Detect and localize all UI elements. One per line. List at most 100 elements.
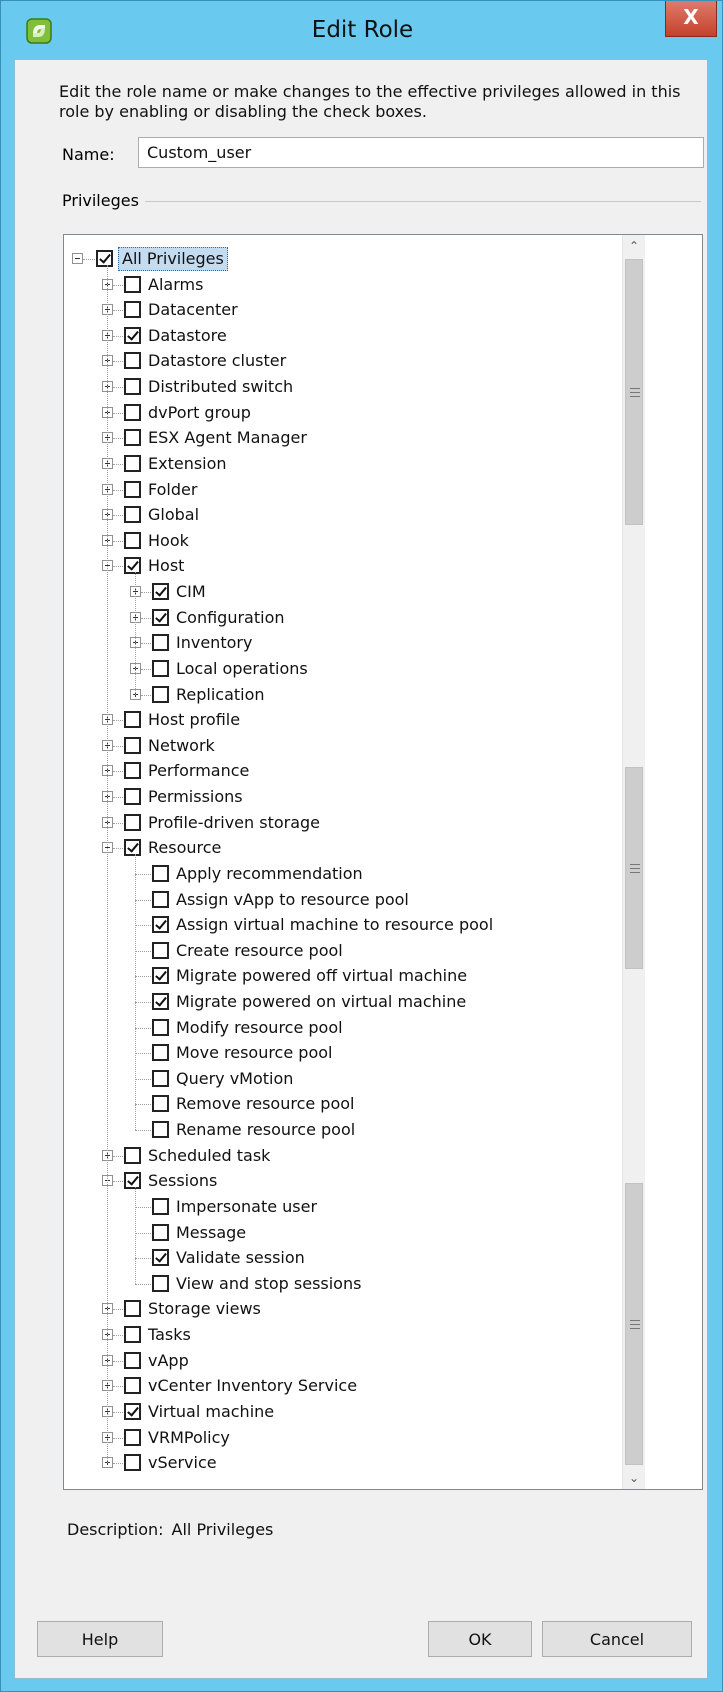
privilege-label[interactable]: Inventory — [174, 633, 254, 653]
privilege-label[interactable]: Folder — [146, 480, 199, 500]
tree-scrollbar[interactable]: ⌃ ⌄ — [622, 235, 645, 1489]
tree-item[interactable]: Resource — [64, 836, 654, 860]
tree-item[interactable]: Datastore cluster — [64, 349, 654, 373]
tree-item[interactable]: Virtual machine — [64, 1400, 654, 1424]
tree-item[interactable]: Move resource pool — [64, 1041, 654, 1065]
close-button[interactable]: X — [665, 1, 717, 37]
privilege-checkbox[interactable] — [152, 1275, 169, 1292]
privilege-checkbox[interactable] — [152, 1044, 169, 1061]
privilege-checkbox[interactable] — [152, 1249, 169, 1266]
tree-item[interactable]: Configuration — [64, 606, 654, 630]
tree-item[interactable]: Validate session — [64, 1246, 654, 1270]
tree-item[interactable]: Local operations — [64, 657, 654, 681]
privilege-checkbox[interactable] — [152, 1121, 169, 1138]
privilege-label[interactable]: Move resource pool — [174, 1043, 334, 1063]
privileges-tree[interactable]: All Privileges Alarms Datacenter Datastore D… — [63, 234, 703, 1490]
privilege-label[interactable]: Rename resource pool — [174, 1120, 357, 1140]
privilege-checkbox[interactable] — [124, 429, 141, 446]
privilege-checkbox[interactable] — [124, 481, 141, 498]
privilege-checkbox[interactable] — [124, 455, 141, 472]
privilege-label[interactable]: Apply recommendation — [174, 864, 365, 884]
privilege-label[interactable]: Global — [146, 505, 201, 525]
privilege-label[interactable]: Create resource pool — [174, 941, 345, 961]
privilege-checkbox[interactable] — [152, 583, 169, 600]
privilege-label[interactable]: vService — [146, 1453, 219, 1473]
scrollbar-thumb[interactable] — [625, 767, 643, 969]
privilege-label[interactable]: Assign vApp to resource pool — [174, 890, 411, 910]
privilege-label[interactable]: Host — [146, 556, 186, 576]
privilege-checkbox[interactable] — [124, 737, 141, 754]
tree-item[interactable]: Migrate powered on virtual machine — [64, 990, 654, 1014]
privilege-label[interactable]: Alarms — [146, 275, 205, 295]
privilege-label[interactable]: Profile-driven storage — [146, 813, 322, 833]
privilege-checkbox[interactable] — [124, 506, 141, 523]
tree-item[interactable]: Performance — [64, 759, 654, 783]
tree-item[interactable]: Folder — [64, 478, 654, 502]
tree-item[interactable]: Remove resource pool — [64, 1092, 654, 1116]
privilege-checkbox[interactable] — [152, 1019, 169, 1036]
privilege-checkbox[interactable] — [152, 1070, 169, 1087]
tree-item[interactable]: Assign vApp to resource pool — [64, 888, 654, 912]
privilege-label[interactable]: Message — [174, 1223, 248, 1243]
tree-item[interactable]: Host profile — [64, 708, 654, 732]
tree-item[interactable]: VRMPolicy — [64, 1426, 654, 1450]
privilege-checkbox[interactable] — [124, 327, 141, 344]
privilege-label[interactable]: Sessions — [146, 1171, 219, 1191]
privilege-label[interactable]: All Privileges — [118, 247, 228, 271]
privilege-label[interactable]: ESX Agent Manager — [146, 428, 309, 448]
title-bar[interactable]: Edit Role X — [1, 1, 722, 59]
tree-item[interactable]: Distributed switch — [64, 375, 654, 399]
privilege-checkbox[interactable] — [96, 250, 113, 267]
privilege-checkbox[interactable] — [124, 1326, 141, 1343]
privilege-checkbox[interactable] — [124, 557, 141, 574]
privilege-label[interactable]: Storage views — [146, 1299, 263, 1319]
tree-item[interactable]: Hook — [64, 529, 654, 553]
privilege-label[interactable]: Performance — [146, 761, 251, 781]
cancel-button[interactable]: Cancel — [542, 1621, 692, 1657]
privilege-label[interactable]: Migrate powered off virtual machine — [174, 966, 469, 986]
privilege-checkbox[interactable] — [124, 1352, 141, 1369]
tree-item[interactable]: vApp — [64, 1349, 654, 1373]
privilege-checkbox[interactable] — [152, 967, 169, 984]
tree-item[interactable]: Migrate powered off virtual machine — [64, 964, 654, 988]
tree-item[interactable]: Apply recommendation — [64, 862, 654, 886]
privilege-label[interactable]: Query vMotion — [174, 1069, 295, 1089]
tree-item[interactable]: View and stop sessions — [64, 1272, 654, 1296]
privilege-checkbox[interactable] — [124, 839, 141, 856]
tree-item[interactable]: vService — [64, 1451, 654, 1475]
privilege-label[interactable]: Virtual machine — [146, 1402, 276, 1422]
privilege-checkbox[interactable] — [124, 1377, 141, 1394]
privilege-checkbox[interactable] — [124, 814, 141, 831]
tree-item[interactable]: Query vMotion — [64, 1067, 654, 1091]
privilege-checkbox[interactable] — [152, 1095, 169, 1112]
tree-item[interactable]: Global — [64, 503, 654, 527]
tree-item[interactable]: Impersonate user — [64, 1195, 654, 1219]
tree-item[interactable]: Extension — [64, 452, 654, 476]
privilege-checkbox[interactable] — [124, 1429, 141, 1446]
privilege-label[interactable]: Local operations — [174, 659, 310, 679]
tree-item[interactable]: Assign virtual machine to resource pool — [64, 913, 654, 937]
privilege-label[interactable]: Host profile — [146, 710, 242, 730]
privilege-checkbox[interactable] — [124, 1454, 141, 1471]
tree-item[interactable]: Message — [64, 1221, 654, 1245]
privilege-label[interactable]: vCenter Inventory Service — [146, 1376, 359, 1396]
tree-item[interactable]: Permissions — [64, 785, 654, 809]
privilege-checkbox[interactable] — [152, 686, 169, 703]
privilege-label[interactable]: Datacenter — [146, 300, 240, 320]
privilege-label[interactable]: Migrate powered on virtual machine — [174, 992, 468, 1012]
privilege-label[interactable]: Validate session — [174, 1248, 307, 1268]
privilege-checkbox[interactable] — [152, 993, 169, 1010]
privilege-checkbox[interactable] — [124, 1300, 141, 1317]
privilege-checkbox[interactable] — [124, 1172, 141, 1189]
privilege-label[interactable]: Configuration — [174, 608, 287, 628]
privilege-label[interactable]: Network — [146, 736, 217, 756]
privilege-label[interactable]: Distributed switch — [146, 377, 295, 397]
help-button[interactable]: Help — [37, 1621, 163, 1657]
tree-item[interactable]: Alarms — [64, 273, 654, 297]
privilege-label[interactable]: Extension — [146, 454, 229, 474]
tree-item[interactable]: Storage views — [64, 1297, 654, 1321]
privilege-label[interactable]: Tasks — [146, 1325, 193, 1345]
role-name-input[interactable] — [138, 137, 704, 168]
privilege-checkbox[interactable] — [152, 942, 169, 959]
tree-item[interactable]: Rename resource pool — [64, 1118, 654, 1142]
